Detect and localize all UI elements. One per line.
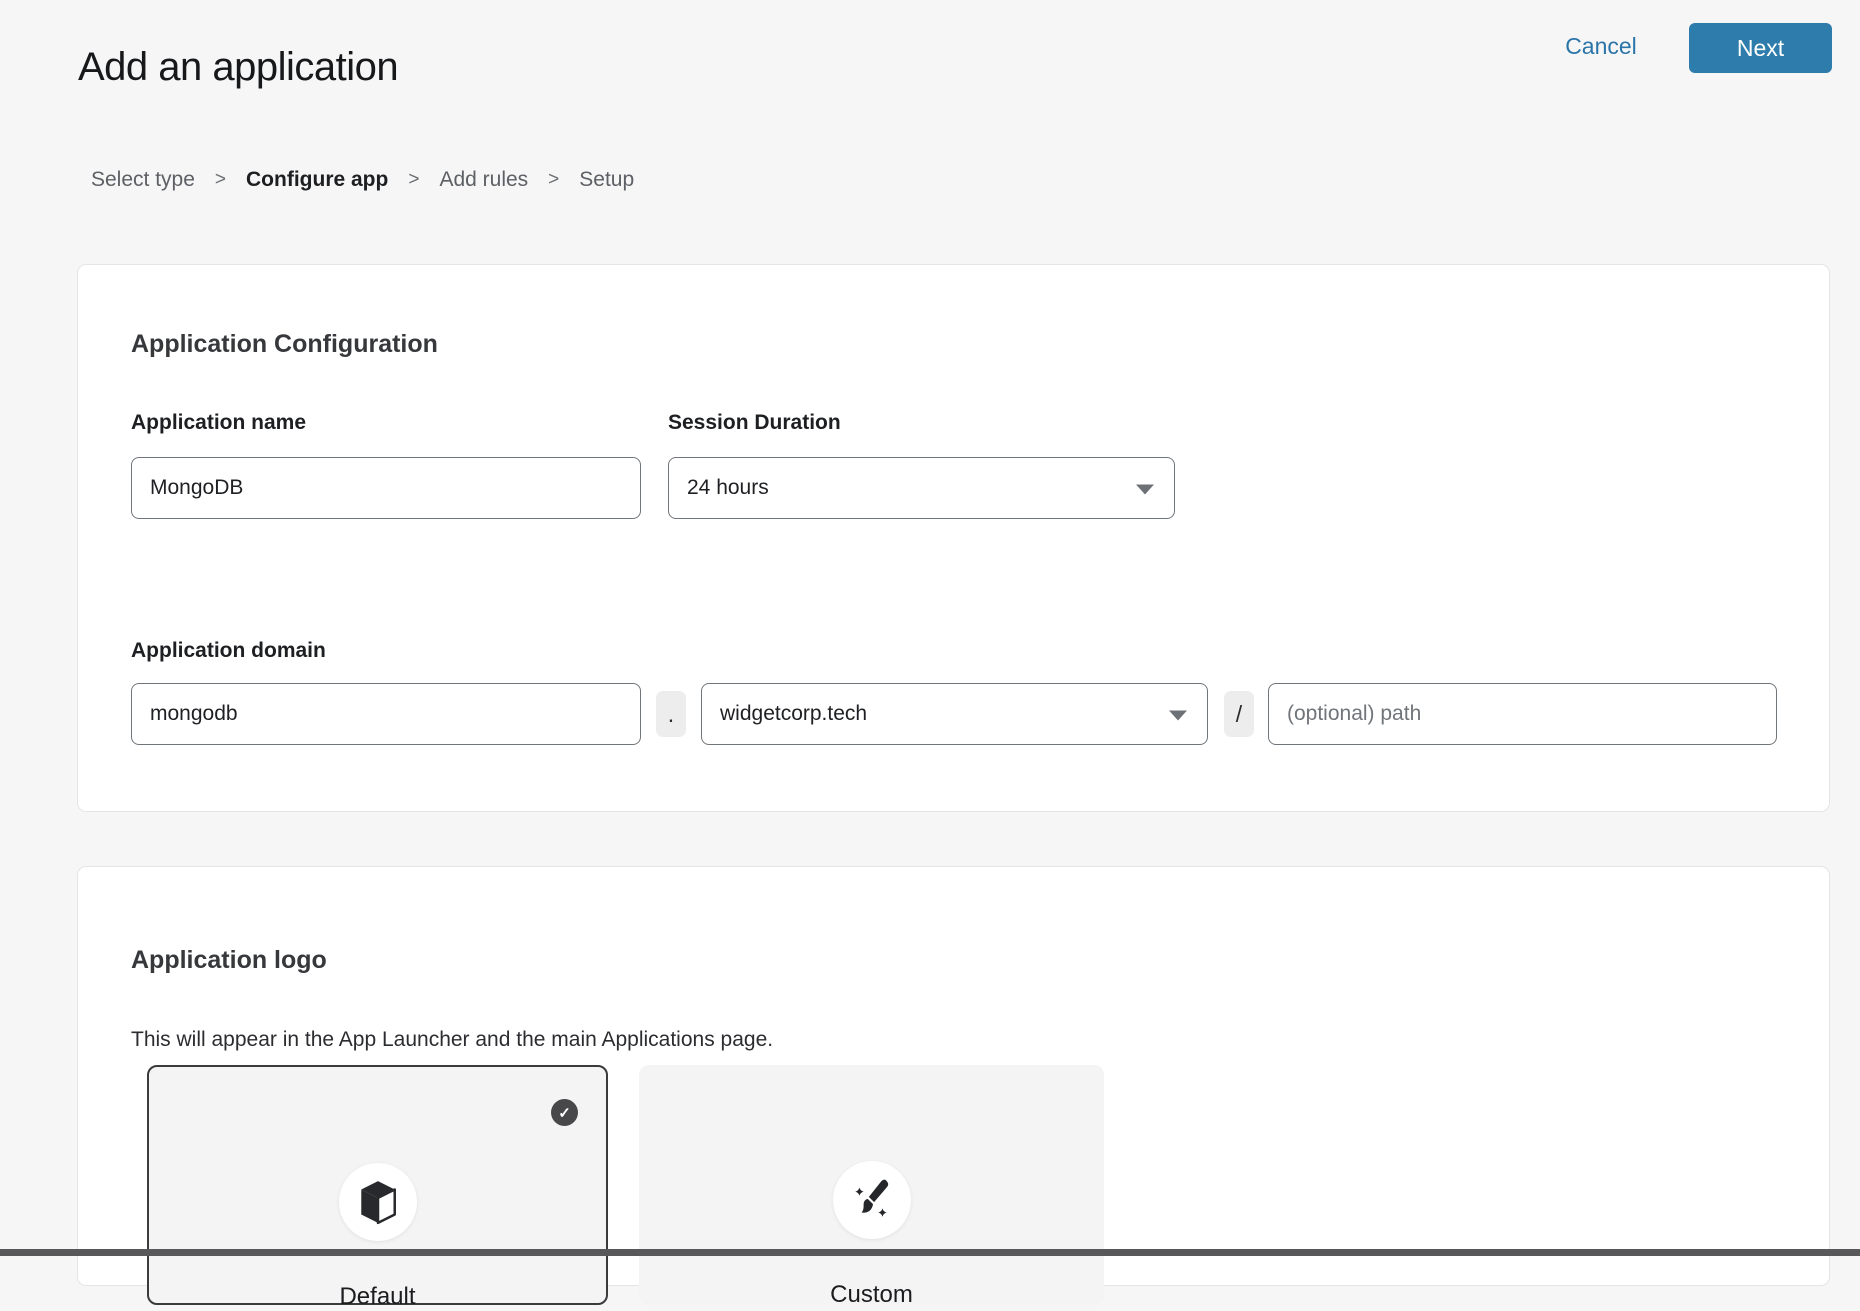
selected-check-icon: ✓ <box>551 1099 578 1126</box>
session-duration-select[interactable]: 24 hours <box>668 457 1175 519</box>
step-select-type[interactable]: Select type <box>91 168 195 192</box>
logo-circle <box>339 1163 417 1241</box>
chevron-separator: > <box>408 169 419 191</box>
chevron-down-icon <box>1136 485 1154 495</box>
logo-option-custom[interactable]: Custom <box>639 1065 1104 1305</box>
chevron-separator: > <box>215 169 226 191</box>
wizard-steps: Select type > Configure app > Add rules … <box>91 168 634 192</box>
add-application-page: Add an application Cancel Next Select ty… <box>0 0 1860 1256</box>
subdomain-input[interactable] <box>131 683 641 745</box>
step-configure-app[interactable]: Configure app <box>246 168 388 192</box>
card-title: Application logo <box>131 946 327 975</box>
dot-separator: . <box>656 691 686 737</box>
cube-icon <box>357 1179 399 1225</box>
logo-option-label: Custom <box>639 1281 1104 1309</box>
chevron-down-icon <box>1169 711 1187 721</box>
slash-separator: / <box>1224 691 1254 737</box>
step-add-rules[interactable]: Add rules <box>439 168 528 192</box>
card-title: Application Configuration <box>131 330 438 359</box>
logo-option-default[interactable]: ✓ Default <box>147 1065 608 1305</box>
application-name-input[interactable] <box>131 457 641 519</box>
application-domain-label: Application domain <box>131 639 326 663</box>
domain-select[interactable]: widgetcorp.tech <box>701 683 1208 745</box>
logo-option-label: Default <box>149 1283 606 1311</box>
paintbrush-sparkles-icon <box>851 1177 893 1223</box>
bottom-edge-bar <box>0 1249 1860 1256</box>
path-input[interactable] <box>1268 683 1777 745</box>
page-title: Add an application <box>78 45 398 90</box>
session-duration-value: 24 hours <box>687 476 769 500</box>
domain-value: widgetcorp.tech <box>720 702 867 726</box>
logo-description: This will appear in the App Launcher and… <box>131 1028 773 1052</box>
session-duration-label: Session Duration <box>668 411 841 435</box>
cancel-button[interactable]: Cancel <box>1558 33 1644 60</box>
next-button[interactable]: Next <box>1689 23 1832 73</box>
chevron-separator: > <box>548 169 559 191</box>
application-configuration-card: Application Configuration Application na… <box>77 264 1830 812</box>
step-setup[interactable]: Setup <box>579 168 634 192</box>
application-logo-card: Application logo This will appear in the… <box>77 866 1830 1286</box>
application-name-label: Application name <box>131 411 306 435</box>
logo-circle <box>833 1161 911 1239</box>
